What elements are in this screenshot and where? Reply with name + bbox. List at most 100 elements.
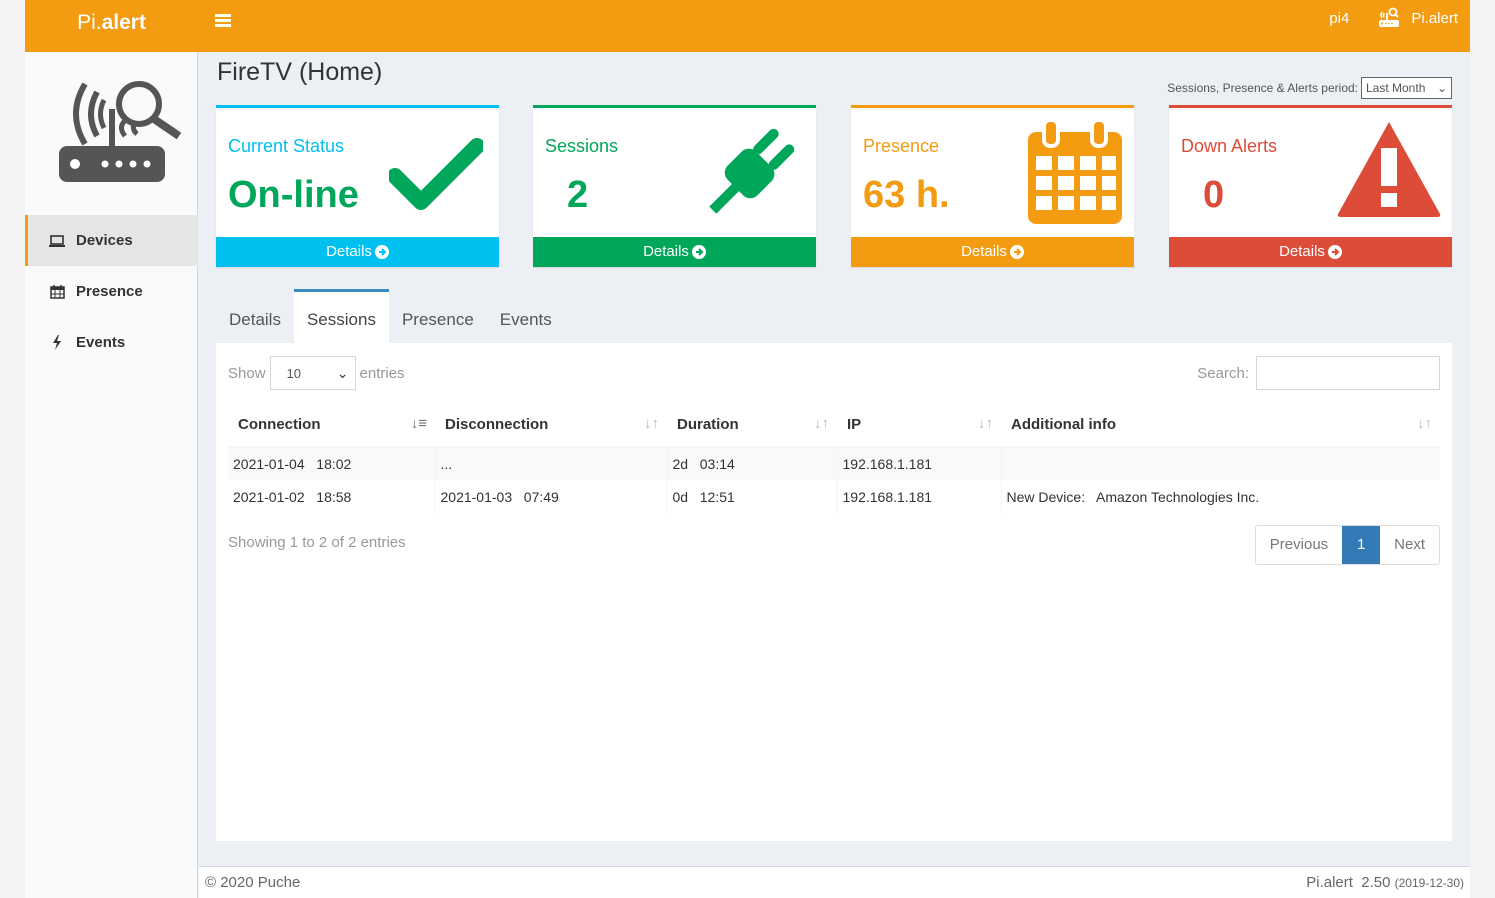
sessions-box-title: Sessions [545, 136, 619, 156]
sort-icon: ↓↑ [814, 415, 829, 432]
search-label: Search: [1197, 364, 1249, 382]
search-input[interactable] [1256, 356, 1440, 390]
sessions-details-link[interactable]: Details [533, 237, 816, 267]
sort-icon: ↓↑ [1417, 415, 1432, 432]
table-header-row: Connection ↓≡ Disconnection ↓↑ Duration … [228, 402, 1440, 448]
cell-disconnection: 2021-01-03 07:49 [434, 480, 667, 513]
presence-box: Presence 63 h. Details [851, 105, 1134, 267]
tab-events[interactable]: Events [487, 289, 565, 343]
table-search: Search: [1197, 356, 1440, 390]
column-disconnection[interactable]: Disconnection ↓↑ [435, 402, 667, 448]
next-button[interactable]: Next [1380, 526, 1439, 564]
cell-disconnection: ... [434, 447, 667, 480]
cell-additional-info: New Device: Amazon Technologies Inc. [1000, 480, 1440, 513]
bolt-icon [48, 335, 66, 350]
tab-presence[interactable]: Presence [389, 289, 487, 343]
cell-ip: 192.168.1.181 [836, 480, 1001, 513]
column-ip[interactable]: IP ↓↑ [837, 402, 1001, 448]
entries-label: entries [359, 364, 405, 382]
sidebar-item-label: Presence [76, 283, 143, 300]
version: Pi.alert 2.50 [1306, 874, 1391, 891]
cell-duration: 0d 12:51 [666, 480, 837, 513]
alerts-box-value: 0 [1203, 174, 1225, 216]
arrow-circle-right-icon [374, 245, 389, 259]
presence-details-link[interactable]: Details [851, 237, 1134, 267]
period-select[interactable]: Last Month ⌄ [1361, 77, 1452, 99]
sidebar-item-events[interactable]: Events [25, 317, 198, 368]
navbar-right: pi4 Pi.alert [1329, 0, 1458, 36]
sidebar-menu: Devices Presence Events [25, 215, 198, 368]
down-alerts-box: Down Alerts 0 Details [1169, 105, 1452, 267]
cell-duration: 2d 03:14 [666, 447, 837, 480]
entries-length-select[interactable]: 10 ⌄ [269, 356, 356, 390]
column-connection[interactable]: Connection ↓≡ [228, 402, 435, 448]
details-label: Details [326, 243, 372, 260]
plug-icon [709, 128, 795, 214]
table-row[interactable]: 2021-01-02 18:58 2021-01-03 07:49 0d 12:… [228, 480, 1440, 513]
device-tabs: Details Sessions Presence Events [216, 289, 565, 343]
alerts-details-link[interactable]: Details [1169, 237, 1452, 267]
user-menu[interactable]: Pi.alert [1377, 6, 1458, 30]
period-label: Sessions, Presence & Alerts period: [1167, 81, 1358, 95]
tab-details[interactable]: Details [216, 289, 294, 343]
column-label: IP [847, 415, 862, 433]
tab-sessions[interactable]: Sessions [293, 289, 389, 343]
sessions-box: Sessions 2 Details [533, 105, 816, 267]
details-label: Details [1279, 243, 1325, 260]
arrow-circle-right-icon [1327, 245, 1342, 259]
app-logo[interactable]: Pi.alert [25, 0, 198, 52]
laptop-icon [48, 234, 66, 247]
chevron-down-icon: ⌄ [1436, 81, 1447, 95]
top-navbar: Pi.alert pi4 Pi.alert [25, 0, 1470, 52]
period-value: Last Month [1366, 81, 1426, 95]
sidebar-item-label: Devices [76, 232, 133, 249]
warning-icon [1337, 122, 1441, 217]
host-name: pi4 [1329, 9, 1350, 27]
column-label: Additional info [1011, 415, 1116, 433]
version-info: Pi.alert 2.50 (2019-12-30) [1306, 874, 1464, 891]
cell-ip: 192.168.1.181 [836, 447, 1001, 480]
app-frame: Pi.alert pi4 Pi.alert Devices Presence E… [25, 0, 1470, 898]
logo-bold: alert [101, 11, 146, 34]
sidebar-toggle-icon[interactable] [215, 14, 231, 28]
calendar-icon [48, 284, 66, 299]
cell-connection: 2021-01-04 18:02 [228, 447, 435, 480]
page-1-button[interactable]: 1 [1342, 526, 1381, 564]
details-label: Details [961, 243, 1007, 260]
column-label: Disconnection [445, 415, 549, 433]
column-duration[interactable]: Duration ↓↑ [667, 402, 837, 448]
length-value: 10 [286, 365, 301, 381]
table-info: Showing 1 to 2 of 2 entries [228, 534, 406, 551]
checkmark-icon [389, 138, 483, 210]
column-additional-info[interactable]: Additional info ↓↑ [1001, 402, 1440, 448]
status-box-title: Current Status [228, 136, 345, 156]
column-label: Duration [677, 415, 739, 433]
pagination: Previous 1 Next [1254, 525, 1440, 565]
version-date: (2019-12-30) [1394, 876, 1464, 890]
presence-box-value: 63 h. [863, 174, 950, 216]
status-details-link[interactable]: Details [216, 237, 499, 267]
status-box-value: On-line [228, 174, 359, 216]
sidebar-item-devices[interactable]: Devices [25, 215, 198, 266]
arrow-circle-right-icon [691, 245, 706, 259]
sort-icon: ↓↑ [978, 415, 993, 432]
previous-button[interactable]: Previous [1256, 526, 1342, 564]
page-footer: © 2020 Puche Pi.alert 2.50 (2019-12-30) [199, 866, 1470, 898]
sessions-table: Connection ↓≡ Disconnection ↓↑ Duration … [228, 402, 1440, 513]
cell-additional-info [1000, 447, 1440, 480]
router-user-icon [1379, 7, 1400, 27]
sidebar-item-presence[interactable]: Presence [25, 266, 198, 317]
sort-desc-icon: ↓≡ [410, 415, 427, 432]
table-row[interactable]: 2021-01-04 18:02 ... 2d 03:14 192.168.1.… [228, 447, 1440, 480]
page-title: FireTV (Home) [217, 58, 383, 86]
status-box: Current Status On-line Details [216, 105, 499, 267]
details-label: Details [643, 243, 689, 260]
presence-box-title: Presence [863, 136, 940, 156]
cell-connection: 2021-01-02 18:58 [233, 488, 352, 505]
alerts-box-title: Down Alerts [1181, 136, 1278, 156]
sessions-panel: Show 10 ⌄ entries Search: Connection ↓≡ … [216, 343, 1452, 841]
show-entries: Show 10 ⌄ entries [228, 356, 405, 390]
show-label: Show [228, 364, 266, 382]
chevron-down-icon: ⌄ [336, 364, 349, 381]
sidebar-item-label: Events [76, 334, 126, 351]
